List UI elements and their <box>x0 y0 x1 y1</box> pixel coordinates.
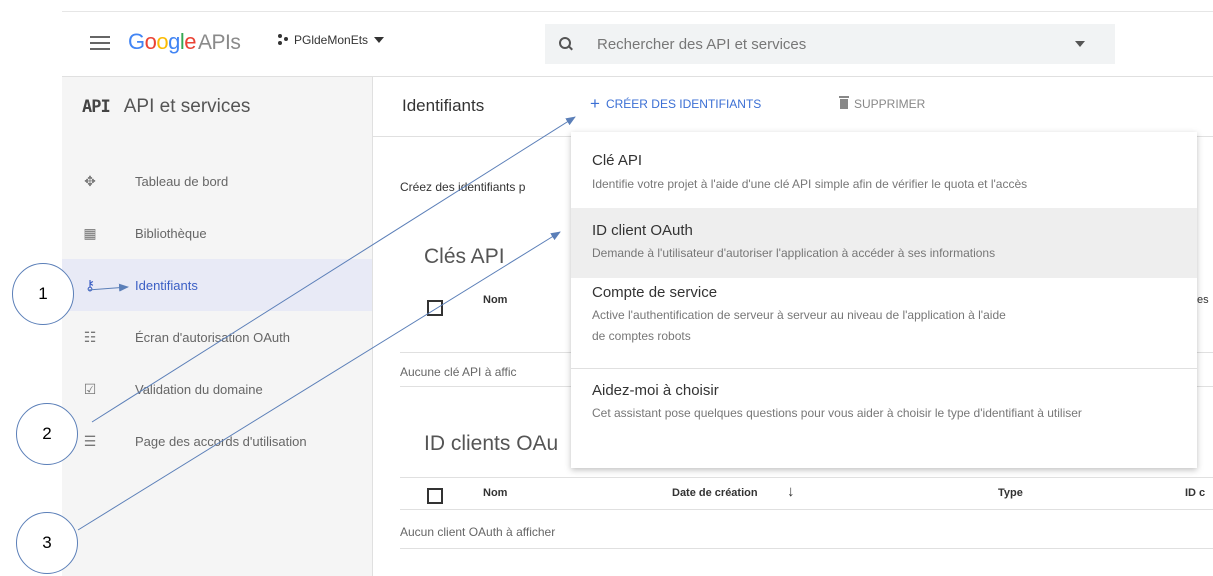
annotation-arrows <box>77 116 576 531</box>
annotation-circle-1: 1 <box>12 263 74 325</box>
annotation-circle-3: 3 <box>16 512 78 574</box>
annotation-arrow-1 <box>87 283 129 292</box>
annotation-arrow-3 <box>77 231 561 531</box>
annotation-circle-2: 2 <box>16 403 78 465</box>
annotation-arrow-2 <box>91 116 576 423</box>
